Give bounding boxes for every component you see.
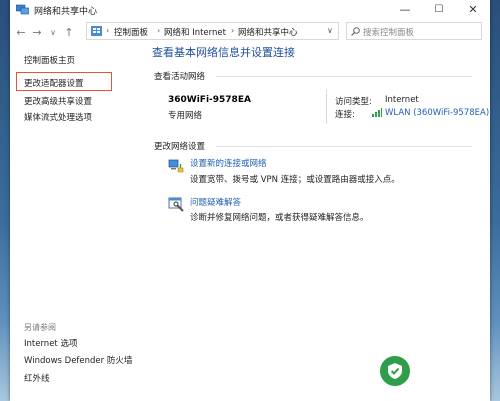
internet-options-link[interactable]: Internet 选项 — [24, 337, 77, 349]
breadcrumb-separator: › — [106, 26, 110, 35]
search-field[interactable]: 搜索控制面板 — [346, 22, 482, 40]
change-advanced-sharing-link[interactable]: 更改高级共享设置 — [24, 95, 92, 107]
watermark-logo-icon — [378, 354, 412, 388]
breadcrumb-control-panel[interactable]: 控制面板 — [114, 26, 148, 38]
windows-defender-firewall-link[interactable]: Windows Defender 防火墙 — [24, 354, 132, 366]
media-streaming-options-link[interactable]: 媒体流式处理选项 — [24, 111, 92, 123]
section-divider — [216, 146, 472, 147]
active-networks-heading: 查看活动网络 — [154, 72, 206, 82]
control-panel-home-link[interactable]: 控制面板主页 — [24, 54, 75, 66]
network-app-icon — [16, 4, 29, 15]
search-icon — [351, 27, 360, 36]
setup-new-connection-desc: 设置宽带、拨号或 VPN 连接；或设置路由器或接入点。 — [190, 175, 400, 185]
breadcrumb-separator: › — [231, 26, 235, 35]
wifi-signal-icon — [372, 108, 382, 117]
search-placeholder: 搜索控制面板 — [363, 28, 415, 38]
infrared-link[interactable]: 红外线 — [24, 372, 50, 384]
watermark: 保成网 zsbaocheng.net — [378, 346, 500, 401]
see-also-heading: 另请参阅 — [24, 323, 56, 332]
network-type: 专用网络 — [168, 111, 203, 121]
close-button[interactable]: ✕ — [456, 0, 490, 19]
breadcrumb-network-sharing-center[interactable]: 网络和共享中心 — [238, 26, 298, 38]
address-field[interactable]: › 控制面板 › 网络和 Internet › 网络和共享中心 ∨ — [86, 22, 339, 40]
setup-new-connection-link[interactable]: 设置新的连接或网络 — [190, 157, 267, 169]
address-bar: ← → ∨ ↑ › 控制面板 › 网络和 Internet › 网络和共享中心 … — [10, 19, 490, 45]
network-name: 360WiFi-9578EA — [168, 95, 251, 105]
page-title: 查看基本网络信息并设置连接 — [152, 46, 295, 59]
new-connection-icon — [168, 159, 184, 173]
access-type-value: Internet — [385, 95, 419, 105]
troubleshoot-problems-desc: 诊断并修复网络问题，或者获得疑难解答信息。 — [190, 213, 369, 223]
forward-arrow-icon[interactable]: → — [30, 25, 44, 39]
watermark-url: zsbaocheng.net — [420, 379, 480, 388]
breadcrumb-network-internet[interactable]: 网络和 Internet — [164, 26, 226, 38]
access-type-label: 访问类型: — [335, 97, 372, 107]
network-sharing-center-window: 网络和共享中心 — ☐ ✕ ← → ∨ ↑ › 控制面板 › 网络和 Inter… — [10, 0, 490, 401]
title-bar: 网络和共享中心 — ☐ ✕ — [10, 0, 490, 19]
change-adapter-settings-link[interactable]: 更改适配器设置 — [24, 77, 84, 89]
watermark-text: 保成网 — [416, 356, 476, 380]
control-panel-icon — [91, 26, 102, 36]
up-arrow-icon[interactable]: ↑ — [62, 25, 76, 39]
breadcrumb-separator: › — [157, 26, 161, 35]
window-title: 网络和共享中心 — [34, 7, 98, 17]
wlan-connection-link[interactable]: WLAN (360WiFi-9578EA) — [385, 108, 489, 118]
section-divider — [216, 76, 472, 77]
address-dropdown-icon[interactable]: ∨ — [327, 26, 333, 35]
change-network-settings-heading: 更改网络设置 — [154, 142, 206, 152]
troubleshoot-problems-link[interactable]: 问题疑难解答 — [190, 196, 241, 208]
recent-dropdown-icon[interactable]: ∨ — [46, 25, 60, 39]
network-info-divider — [326, 90, 327, 124]
minimize-button[interactable]: — — [388, 0, 422, 19]
connections-label: 连接: — [335, 110, 355, 120]
back-arrow-icon[interactable]: ← — [14, 25, 28, 39]
maximize-button[interactable]: ☐ — [422, 0, 456, 19]
troubleshoot-icon — [168, 197, 184, 212]
